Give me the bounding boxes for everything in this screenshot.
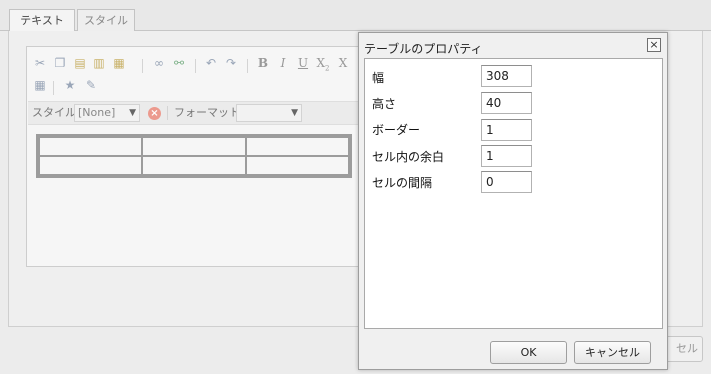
- paste-word-icon[interactable]: ▦: [112, 56, 126, 70]
- toolbar-separator: [142, 59, 143, 73]
- cell-spacing-input[interactable]: [481, 171, 532, 193]
- link-icon[interactable]: ∞: [152, 56, 166, 70]
- cell-spacing-label: セルの間隔: [372, 176, 433, 190]
- source-edit-icon[interactable]: ✎: [84, 78, 98, 92]
- ok-button[interactable]: OK: [490, 341, 567, 364]
- table-cell[interactable]: [141, 155, 247, 176]
- paste-icon[interactable]: ▤: [73, 56, 87, 70]
- close-icon[interactable]: ×: [647, 38, 661, 52]
- bold-icon[interactable]: B: [256, 56, 270, 70]
- clear-style-icon[interactable]: ×: [148, 107, 161, 120]
- unlink-icon[interactable]: ⚯: [172, 56, 186, 70]
- cancel-button[interactable]: キャンセル: [574, 341, 651, 364]
- table-cell[interactable]: [37, 155, 144, 176]
- tab-style[interactable]: スタイル: [77, 9, 135, 31]
- style-label: スタイル: [32, 106, 76, 119]
- cell-padding-label: セル内の余白: [372, 150, 445, 164]
- editor-toolbar-row-2: ▦ ★ ✎: [28, 78, 370, 98]
- copy-icon[interactable]: ❐: [53, 56, 67, 70]
- width-label: 幅: [372, 71, 385, 85]
- subscript-icon[interactable]: X2: [316, 56, 330, 72]
- cell-padding-input[interactable]: [481, 145, 532, 167]
- redo-icon[interactable]: ↷: [224, 56, 238, 70]
- table-icon[interactable]: ▦: [33, 78, 47, 92]
- table-properties-dialog: テーブルのプロパティ × 幅 高さ ボーダー セル内の余白 セルの間隔 OK キ…: [358, 32, 668, 370]
- paste-text-icon[interactable]: ▥: [92, 56, 106, 70]
- table-cell[interactable]: [141, 136, 247, 157]
- toolbar-separator: [247, 59, 248, 73]
- underline-icon[interactable]: U: [296, 56, 310, 70]
- toolbar-separator: [167, 106, 168, 120]
- chevron-down-icon: ▼: [129, 108, 136, 118]
- style-select[interactable]: [None] ▼: [74, 104, 140, 122]
- table-cell[interactable]: [244, 155, 351, 176]
- border-label: ボーダー: [372, 123, 421, 137]
- cut-icon[interactable]: ✂: [33, 56, 47, 70]
- style-select-value: [None]: [78, 106, 116, 119]
- special-char-icon[interactable]: ★: [63, 78, 77, 92]
- superscript-icon[interactable]: X: [336, 56, 350, 70]
- toolbar-separator: [195, 59, 196, 73]
- height-label: 高さ: [372, 97, 397, 111]
- format-bar: スタイル [None] ▼ × フォーマット ▼: [28, 101, 370, 125]
- undo-icon[interactable]: ↶: [204, 56, 218, 70]
- toolbar-separator: [53, 81, 54, 95]
- border-input[interactable]: [481, 119, 532, 141]
- table-cell[interactable]: [37, 136, 144, 157]
- chevron-down-icon: ▼: [291, 108, 298, 118]
- width-input[interactable]: [481, 65, 532, 87]
- editor-table[interactable]: [36, 134, 352, 178]
- tab-text[interactable]: テキスト: [9, 9, 75, 32]
- dialog-body: 幅 高さ ボーダー セル内の余白 セルの間隔: [364, 58, 663, 329]
- italic-icon[interactable]: I: [276, 56, 290, 70]
- format-select[interactable]: ▼: [236, 104, 302, 122]
- format-label: フォーマット: [174, 106, 240, 119]
- dialog-title: テーブルのプロパティ: [364, 42, 483, 56]
- editor-toolbar: ✂ ❐ ▤ ▥ ▦ ∞ ⚯ ↶ ↷ B I U X2 X: [28, 56, 370, 76]
- table-cell[interactable]: [244, 136, 351, 157]
- height-input[interactable]: [481, 92, 532, 114]
